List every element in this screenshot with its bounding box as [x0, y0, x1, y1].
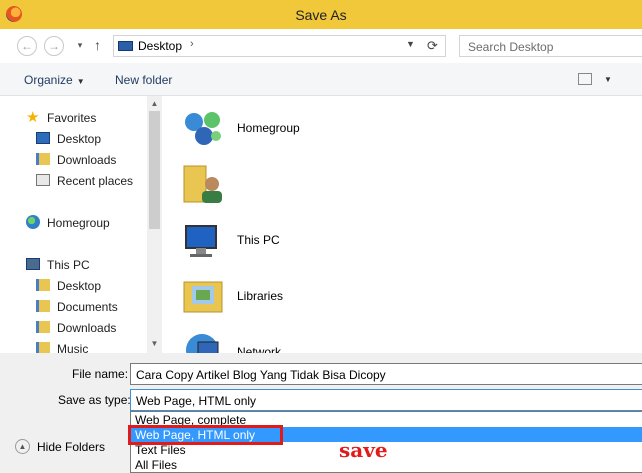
search-input[interactable]: Search Desktop	[459, 35, 642, 57]
sidebar-item-label: Downloads	[57, 321, 117, 335]
highlight-box	[128, 425, 283, 445]
refresh-icon[interactable]: ⟳	[427, 38, 438, 54]
navigation-pane: ★ Favorites Desktop Downloads Recent pla…	[0, 96, 162, 353]
back-button[interactable]: ←	[17, 36, 37, 56]
sidebar-item-this-pc[interactable]: This PC	[0, 255, 147, 275]
file-name-label: File name:	[72, 367, 129, 381]
item-label: Homegroup	[237, 121, 300, 135]
user-folder-icon	[183, 165, 222, 203]
folder-icon	[36, 279, 50, 291]
new-folder-button[interactable]: New folder	[115, 73, 172, 87]
breadcrumb-chevron-icon[interactable]: ›	[190, 38, 194, 50]
sidebar-item-label: Favorites	[47, 111, 97, 125]
sidebar-item-label: Downloads	[57, 153, 117, 167]
search-placeholder: Search Desktop	[468, 40, 554, 54]
list-item[interactable]: SUPX...	[182, 160, 622, 208]
save-type-select[interactable]: Web Page, HTML only	[130, 389, 642, 411]
sidebar-scrollbar[interactable]: ▲ ▼	[147, 96, 162, 353]
list-item[interactable]: Network	[182, 328, 622, 353]
scroll-up-icon[interactable]: ▲	[147, 99, 162, 108]
address-text: Desktop	[138, 39, 183, 53]
list-item[interactable]: Homegroup	[182, 104, 622, 152]
item-label: Network	[237, 345, 282, 353]
sidebar-item-recent-places[interactable]: Recent places	[0, 171, 147, 191]
sidebar-item-label: Documents	[57, 300, 118, 314]
sidebar-item-label: Music	[57, 342, 89, 353]
organize-button[interactable]: Organize ▼	[24, 73, 85, 87]
desktop-icon	[118, 41, 133, 51]
save-type-value: Web Page, HTML only	[136, 394, 257, 408]
chevron-down-icon: ▼	[76, 77, 85, 86]
option-label: All Files	[135, 458, 178, 472]
folder-icon	[36, 300, 50, 312]
view-options-icon[interactable]	[578, 73, 592, 85]
homegroup-icon	[185, 112, 221, 145]
toolbar: Organize ▼ New folder ▼	[0, 63, 642, 96]
sidebar-item-pc-desktop[interactable]: Desktop	[0, 276, 147, 296]
hide-folders-label: Hide Folders	[37, 440, 106, 454]
sidebar-item-pc-downloads[interactable]: Downloads	[0, 318, 147, 338]
recent-places-icon	[36, 174, 50, 186]
title-bar: Save As	[0, 0, 642, 29]
computer-icon	[26, 258, 40, 270]
sidebar-item-label: Desktop	[57, 279, 102, 293]
address-bar[interactable]: Desktop › ▼ ⟳	[113, 35, 446, 57]
organize-label: Organize	[24, 73, 73, 87]
scroll-thumb[interactable]	[149, 111, 160, 229]
forward-button[interactable]: →	[44, 36, 64, 56]
option-label: Text Files	[135, 443, 186, 457]
navigation-bar: ← → ▾ ↑ Desktop › ▼ ⟳ Search Desktop	[0, 29, 642, 63]
sidebar-item-pc-documents[interactable]: Documents	[0, 297, 147, 317]
chevron-up-icon: ▲	[15, 439, 30, 454]
new-folder-label: New folder	[115, 73, 173, 87]
computer-icon	[185, 225, 217, 257]
folder-icon	[36, 342, 50, 353]
downloads-folder-icon	[36, 153, 50, 165]
folder-icon	[36, 321, 50, 333]
recent-locations-button[interactable]: ▾	[70, 36, 90, 56]
list-item[interactable]: This PC	[182, 216, 622, 264]
view-dropdown-icon[interactable]: ▼	[604, 75, 612, 84]
save-type-label: Save as type:	[58, 393, 131, 407]
star-icon: ★	[26, 109, 40, 126]
file-list: Homegroup SUPX... This PC Libraries Netw…	[162, 96, 642, 353]
file-name-input[interactable]: Cara Copy Artikel Blog Yang Tidak Bisa D…	[130, 363, 642, 385]
sidebar-item-downloads[interactable]: Downloads	[0, 150, 147, 170]
network-icon	[186, 334, 219, 353]
sidebar-item-label: Desktop	[57, 132, 102, 146]
item-label: SUPX...	[237, 177, 280, 191]
address-dropdown-icon[interactable]: ▼	[406, 39, 415, 49]
libraries-icon	[183, 281, 223, 313]
sidebar-item-label: Homegroup	[47, 216, 110, 230]
desktop-icon	[36, 132, 50, 144]
homegroup-icon	[26, 215, 40, 229]
item-label: Libraries	[237, 289, 284, 303]
up-button[interactable]: ↑	[94, 37, 101, 53]
sidebar-item-homegroup[interactable]: Homegroup	[0, 213, 147, 233]
item-label: This PC	[237, 233, 280, 247]
window-title: Save As	[295, 7, 347, 23]
annotation-text: save	[339, 438, 388, 462]
list-item[interactable]: Libraries	[182, 272, 622, 320]
sidebar-item-label: This PC	[47, 258, 90, 272]
scroll-down-icon[interactable]: ▼	[147, 339, 162, 348]
sidebar-item-pc-music[interactable]: Music	[0, 339, 147, 353]
sidebar-item-label: Recent places	[57, 174, 134, 188]
file-name-value: Cara Copy Artikel Blog Yang Tidak Bisa D…	[136, 368, 386, 382]
sidebar-item-desktop[interactable]: Desktop	[0, 129, 147, 149]
sidebar-item-favorites[interactable]: ★ Favorites	[0, 108, 147, 128]
save-panel: File name: Cara Copy Artikel Blog Yang T…	[0, 353, 642, 473]
